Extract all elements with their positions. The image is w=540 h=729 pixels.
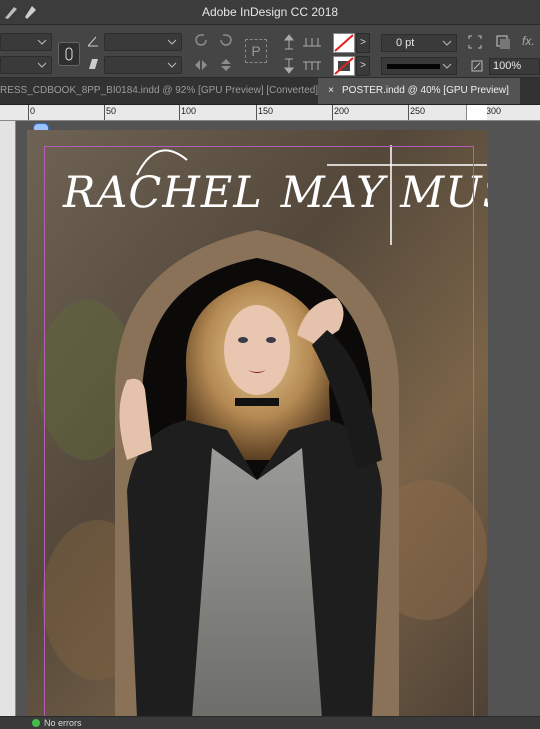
scale-percent-field[interactable]: 100%	[489, 58, 540, 75]
poster-page[interactable]: RACHELMAY MUSIC	[27, 130, 488, 718]
ruler-label: 100	[181, 106, 197, 116]
app-title: Adobe InDesign CC 2018	[201, 5, 339, 19]
ruler-label: 0	[30, 106, 36, 116]
title-bar: Adobe InDesign CC 2018	[0, 0, 540, 25]
document-tab-bar: RESS_CDBOOK_8PP_BI0184.indd @ 92% [GPU P…	[0, 78, 540, 105]
vertical-ruler[interactable]	[0, 121, 16, 716]
ruler-label: 300	[486, 106, 502, 116]
stroke-type-select[interactable]	[381, 57, 457, 75]
type-on-path-button[interactable]: P	[245, 39, 267, 63]
chevron-down-icon	[167, 39, 177, 45]
horizontal-ruler[interactable]: 0 50 100 150 200 250 300	[0, 105, 540, 121]
stroke-weight-field[interactable]: 0 pt	[381, 34, 457, 52]
close-icon[interactable]: ×	[324, 78, 338, 104]
none-swatch-icon	[334, 34, 354, 52]
x-position-field[interactable]	[0, 33, 52, 51]
tab-label: RESS_CDBOOK_8PP_BI0184.indd @ 92% [GPU P…	[0, 85, 318, 96]
chain-link-icon	[65, 47, 73, 61]
stroke-none-icon	[334, 57, 354, 75]
ruler-tick	[256, 105, 257, 120]
tab-poster[interactable]: × POSTER.indd @ 40% [GPU Preview]	[318, 78, 520, 104]
ruler-tick	[332, 105, 333, 120]
rotate-cw-icon[interactable]	[193, 32, 209, 48]
chevron-down-icon	[167, 62, 177, 68]
flip-horizontal-icon[interactable]	[193, 58, 209, 72]
ruler-label: 250	[410, 106, 426, 116]
drop-shadow-icon[interactable]	[495, 34, 511, 50]
effects-button[interactable]: fx.	[522, 34, 535, 48]
distribute-horizontal-icon[interactable]	[302, 34, 322, 50]
control-panel: P > > fx.	[0, 25, 540, 78]
shear-angle-field[interactable]	[104, 56, 182, 74]
scale-percent-icon	[471, 60, 483, 72]
chevron-down-icon	[37, 39, 47, 45]
ruler-tick	[28, 105, 29, 120]
preflight-status[interactable]: No errors	[44, 717, 82, 729]
ruler-tick	[408, 105, 409, 120]
tab-cdbook[interactable]: RESS_CDBOOK_8PP_BI0184.indd @ 92% [GPU P…	[0, 78, 318, 104]
ruler-label: 150	[258, 106, 274, 116]
fill-swatch-menu-button[interactable]: >	[356, 33, 370, 53]
chevron-down-icon	[442, 40, 452, 46]
preflight-ok-icon[interactable]	[32, 719, 40, 727]
margin-guide	[44, 146, 474, 718]
rotate-ccw-icon[interactable]	[218, 32, 234, 48]
rotate-angle-icon	[86, 34, 100, 48]
ruler-tick	[104, 105, 105, 120]
ruler-tick	[179, 105, 180, 120]
ruler-label: 50	[106, 106, 117, 116]
distribute-vertical-icon[interactable]	[302, 58, 322, 74]
stroke-swatch[interactable]	[333, 56, 355, 76]
stroke-type-preview	[387, 64, 440, 69]
fill-swatch[interactable]	[333, 33, 355, 53]
constrain-proportions-button[interactable]	[58, 42, 80, 66]
tab-label: POSTER.indd @ 40% [GPU Preview]	[342, 85, 509, 96]
align-top-icon[interactable]	[282, 34, 296, 50]
chevron-down-icon	[37, 62, 47, 68]
status-bar: No errors	[0, 716, 540, 729]
align-bottom-icon[interactable]	[282, 58, 296, 74]
shear-angle-icon	[86, 57, 100, 71]
ruler-cursor-marker	[466, 105, 487, 120]
chevron-down-icon	[442, 63, 452, 69]
ruler-label: 200	[334, 106, 350, 116]
stroke-swatch-menu-button[interactable]: >	[356, 56, 370, 76]
y-position-field[interactable]	[0, 56, 52, 74]
flip-vertical-icon[interactable]	[218, 58, 234, 72]
rotation-angle-field[interactable]	[104, 33, 182, 51]
frame-fitting-icon[interactable]	[468, 35, 482, 49]
